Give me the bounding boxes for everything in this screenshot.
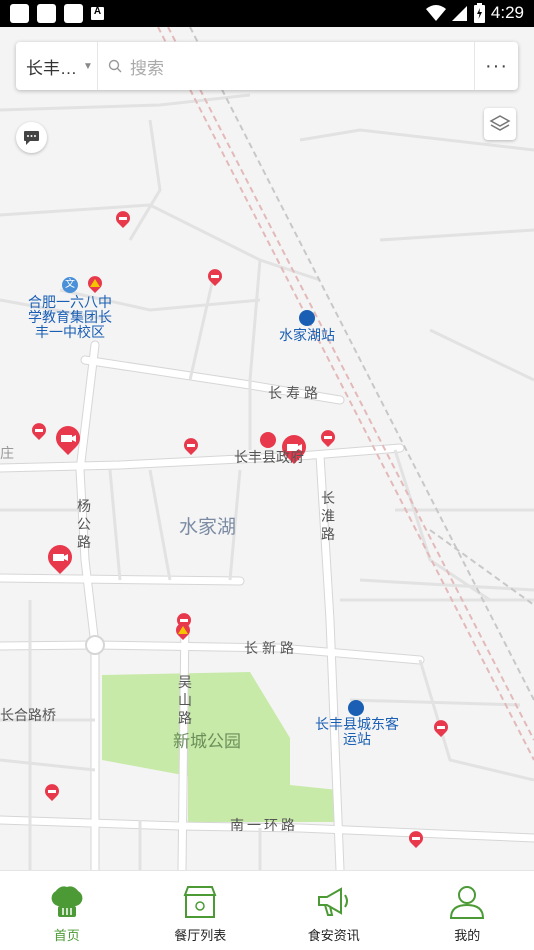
- nanyi-road-label: 南一环路: [230, 817, 298, 833]
- chat-button[interactable]: [16, 122, 47, 153]
- city-selector[interactable]: 长丰… ▼: [16, 42, 98, 90]
- status-bar: A 4:29: [0, 0, 534, 27]
- notification-icon: [10, 4, 29, 23]
- food-store-pin[interactable]: [183, 438, 199, 456]
- changhuai-road-label: 长淮路: [321, 490, 335, 542]
- school-label: 合肥一六八中学教育集团长丰一中校区: [28, 294, 112, 340]
- nav-home-label: 首页: [53, 928, 80, 943]
- user-icon: [450, 886, 485, 919]
- food-store-pin[interactable]: [31, 423, 47, 441]
- nav-profile[interactable]: 我的: [401, 871, 534, 950]
- edge-label: 庄: [0, 445, 14, 461]
- warning-pin[interactable]: [87, 276, 103, 294]
- yang-road-label: 杨公路: [77, 498, 91, 550]
- nav-restaurants[interactable]: 餐厅列表: [134, 871, 268, 950]
- nav-news[interactable]: 食安资讯: [267, 871, 401, 950]
- school-icon: 文: [62, 277, 78, 293]
- map-view[interactable]: 文 合肥一六八中学教育集团长丰一中校区 水家湖站 长寿路 长丰县政府 杨公路 长…: [0, 27, 534, 870]
- food-store-pin[interactable]: [408, 831, 424, 849]
- nav-home[interactable]: 首页: [0, 871, 134, 950]
- battery-icon: [473, 3, 485, 23]
- layers-icon: [489, 115, 511, 131]
- changxin-road-label: 长新路: [244, 640, 298, 656]
- bus-station-label: 长丰县城东客运站: [315, 716, 399, 747]
- bridge-label: 长合路桥: [0, 707, 56, 723]
- station-label: 水家湖站: [279, 327, 335, 343]
- food-store-pin[interactable]: [115, 211, 131, 229]
- government-icon: [260, 432, 276, 448]
- signal-icon: [451, 6, 467, 21]
- search-input[interactable]: 搜索: [98, 42, 474, 90]
- clock: 4:29: [490, 3, 524, 22]
- chat-icon: [24, 130, 39, 145]
- wifi-icon: [425, 5, 446, 21]
- bottom-nav: 首页 餐厅列表 食安资讯 我的: [0, 870, 534, 950]
- chevron-down-icon: ▼: [83, 60, 93, 72]
- changshou-road-label: 长寿路: [268, 385, 322, 401]
- store-icon: [183, 886, 217, 918]
- search-icon: [108, 59, 122, 73]
- search-placeholder: 搜索: [130, 58, 164, 78]
- wushan-road-label: 吴山路: [178, 674, 192, 726]
- camera-store-pin[interactable]: [55, 426, 81, 456]
- camera-store-pin[interactable]: [47, 545, 73, 575]
- more-button[interactable]: ···: [474, 42, 518, 90]
- food-store-pin[interactable]: [207, 269, 223, 287]
- megaphone-icon: [317, 887, 348, 916]
- font-notification-icon: A: [91, 6, 104, 20]
- park-label: 新城公园: [173, 732, 241, 751]
- nav-profile-label: 我的: [454, 928, 481, 943]
- search-bar: 长丰… ▼ 搜索 ···: [16, 42, 518, 90]
- food-store-pin[interactable]: [433, 720, 449, 738]
- chef-hat-icon: [51, 886, 83, 917]
- food-store-pin[interactable]: [44, 784, 60, 802]
- food-store-pin[interactable]: [320, 430, 336, 448]
- nav-news-label: 食安资讯: [307, 928, 360, 943]
- notification-icon: [37, 4, 56, 23]
- map-layers-button[interactable]: [484, 108, 516, 140]
- bus-station-icon: [348, 700, 364, 716]
- train-station-icon: [299, 310, 315, 326]
- nav-restaurants-label: 餐厅列表: [174, 928, 227, 943]
- district-label: 水家湖: [179, 517, 237, 538]
- warning-pin[interactable]: [175, 623, 191, 641]
- gov-label: 长丰县政府: [234, 449, 304, 465]
- notification-icon: [64, 4, 83, 23]
